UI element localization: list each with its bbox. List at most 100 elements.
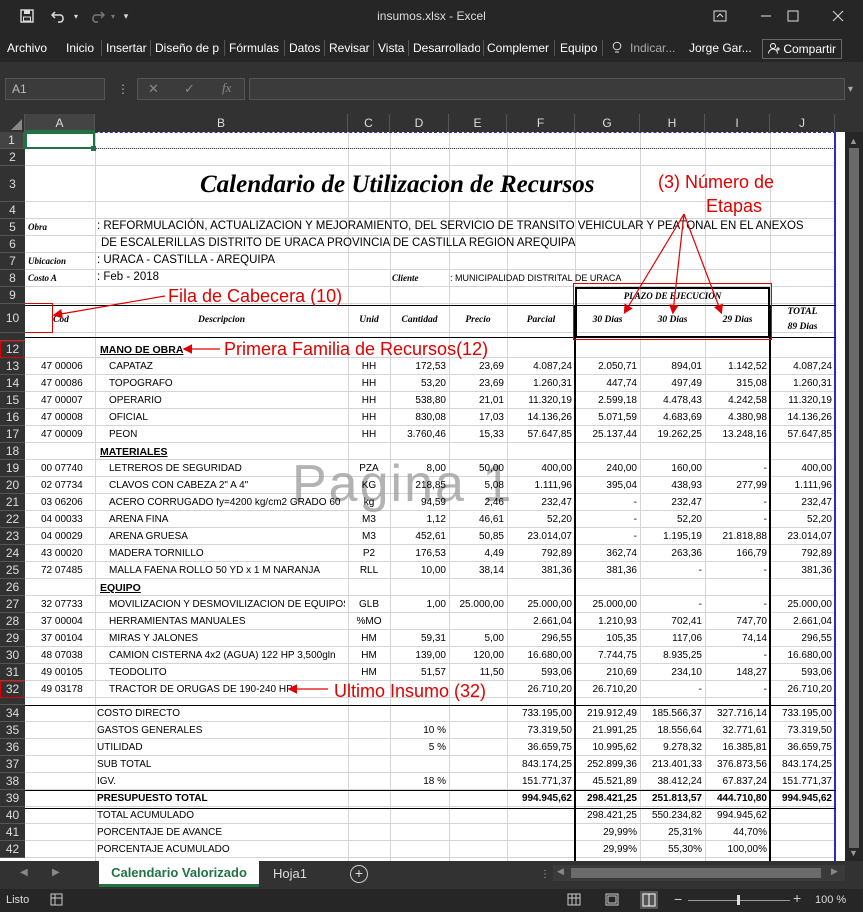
row-header[interactable]: 23	[0, 528, 25, 545]
tell-me-search[interactable]: Indicar...	[630, 41, 675, 55]
cell-description: ARENA FINA	[109, 515, 169, 525]
tab-hoja1[interactable]: Hoja1	[262, 861, 318, 887]
row-header[interactable]: 4	[0, 202, 25, 219]
name-box[interactable]: A1	[5, 78, 105, 100]
normal-view-icon[interactable]	[567, 893, 581, 909]
row-header[interactable]: 40	[0, 807, 25, 824]
row-header[interactable]: 19	[0, 460, 25, 477]
row-header[interactable]: 2	[0, 149, 25, 166]
share-button[interactable]: Compartir	[762, 39, 843, 59]
row-header[interactable]: 6	[0, 236, 25, 253]
tab-scroll-left-icon[interactable]: ◀	[20, 867, 28, 878]
tab-archivo[interactable]: Archivo	[7, 41, 47, 55]
row-header[interactable]: 31	[0, 664, 25, 681]
macro-record-icon[interactable]	[50, 893, 63, 909]
row-header[interactable]: 9	[0, 287, 25, 304]
row-header[interactable]: 1	[0, 132, 25, 149]
row-header[interactable]: 35	[0, 722, 25, 739]
scroll-up-icon[interactable]: ▲	[849, 136, 858, 146]
column-header-h[interactable]: H	[640, 114, 705, 132]
zoom-level[interactable]: 100 %	[815, 894, 846, 906]
row-header[interactable]: 8	[0, 270, 25, 287]
tab-datos[interactable]: Datos	[289, 41, 320, 55]
row-header[interactable]: 3	[0, 166, 25, 202]
column-header-j[interactable]: J	[770, 114, 835, 132]
fill-handle[interactable]	[91, 146, 96, 151]
zoom-slider-thumb[interactable]	[737, 895, 740, 905]
column-header-e[interactable]: E	[449, 114, 507, 132]
tab-options-icon[interactable]: ⋮	[540, 869, 550, 880]
zoom-out-icon[interactable]: −	[674, 891, 682, 907]
cell-parcial: 14.136,26	[527, 412, 573, 423]
column-header-a[interactable]: A	[25, 114, 95, 132]
row-header[interactable]: 37	[0, 756, 25, 773]
row-header[interactable]: 27	[0, 596, 25, 613]
formula-input[interactable]	[249, 78, 845, 100]
row-header[interactable]: 26	[0, 579, 25, 596]
row-header[interactable]: 38	[0, 773, 25, 790]
select-all-corner[interactable]	[0, 114, 25, 132]
scrollbar-thumb[interactable]	[849, 148, 859, 848]
row-header[interactable]: 7	[0, 253, 25, 270]
hscroll-left-icon[interactable]: ◀	[557, 866, 564, 877]
row-header[interactable]: 39	[0, 790, 25, 807]
horizontal-scrollbar[interactable]: ◀ ▶	[553, 865, 845, 881]
row-header[interactable]: 29	[0, 630, 25, 647]
row-header[interactable]: 13	[0, 358, 25, 375]
enter-icon[interactable]: ✓	[184, 81, 195, 97]
tab-insertar[interactable]: Insertar	[106, 41, 147, 55]
tab-equipo[interactable]: Equipo	[560, 41, 597, 55]
scroll-down-icon[interactable]: ▼	[849, 848, 858, 858]
row-header[interactable]: 10	[0, 304, 25, 333]
vertical-scrollbar[interactable]: ▲ ▼	[845, 132, 863, 861]
row-header[interactable]: 21	[0, 494, 25, 511]
row-header[interactable]: 18	[0, 443, 25, 460]
tab-complementos[interactable]: Complemer	[487, 41, 551, 55]
row-header[interactable]: 14	[0, 375, 25, 392]
cancel-icon[interactable]: ✕	[148, 81, 159, 97]
close-icon[interactable]	[815, 0, 861, 32]
column-header-c[interactable]: C	[348, 114, 390, 132]
row-header[interactable]: 25	[0, 562, 25, 579]
row-header[interactable]: 22	[0, 511, 25, 528]
page-break-view-icon[interactable]	[640, 891, 658, 909]
row-header[interactable]: 42	[0, 841, 25, 858]
selected-cell-a1[interactable]	[25, 132, 95, 149]
column-header-b[interactable]: B	[95, 114, 348, 132]
tab-desarrollador[interactable]: Desarrollado	[413, 41, 480, 55]
user-name[interactable]: Jorge Gar...	[689, 41, 752, 55]
row-header[interactable]: 41	[0, 824, 25, 841]
tab-inicio[interactable]: Inicio	[66, 41, 94, 55]
worksheet-grid[interactable]: Pagina 1 Calendario de Utilizacion de Re…	[25, 132, 845, 861]
tab-revisar[interactable]: Revisar	[329, 41, 370, 55]
row-header[interactable]: 17	[0, 426, 25, 443]
tab-vista[interactable]: Vista	[378, 41, 404, 55]
row-header[interactable]: 28	[0, 613, 25, 630]
tab-calendario-valorizado[interactable]: Calendario Valorizado	[99, 861, 259, 887]
column-header-d[interactable]: D	[390, 114, 449, 132]
row-header[interactable]: 20	[0, 477, 25, 494]
expand-formula-bar-icon[interactable]: ▾	[848, 84, 853, 95]
page-layout-view-icon[interactable]	[605, 893, 619, 909]
row-header[interactable]: 24	[0, 545, 25, 562]
hscroll-right-icon[interactable]: ▶	[831, 866, 838, 877]
zoom-in-icon[interactable]: +	[793, 890, 801, 906]
row-header[interactable]: 16	[0, 409, 25, 426]
maximize-icon[interactable]	[770, 0, 816, 32]
tab-formulas[interactable]: Fórmulas	[229, 41, 279, 55]
row-header[interactable]: 5	[0, 219, 25, 236]
tab-scroll-right-icon[interactable]: ▶	[52, 867, 60, 878]
tab-diseno[interactable]: Diseño de p	[155, 41, 221, 55]
row-header[interactable]: 36	[0, 739, 25, 756]
column-header-i[interactable]: I	[705, 114, 770, 132]
row-header[interactable]: 34	[0, 705, 25, 722]
more-options-icon[interactable]: ⋮	[117, 82, 129, 96]
add-sheet-icon[interactable]: +	[350, 865, 368, 883]
ribbon-display-options-icon[interactable]	[697, 0, 743, 32]
row-header[interactable]: 15	[0, 392, 25, 409]
hscroll-thumb[interactable]	[571, 868, 821, 878]
row-header[interactable]: 30	[0, 647, 25, 664]
column-header-g[interactable]: G	[575, 114, 640, 132]
insert-function-icon[interactable]: fx	[222, 80, 231, 96]
column-header-f[interactable]: F	[507, 114, 575, 132]
